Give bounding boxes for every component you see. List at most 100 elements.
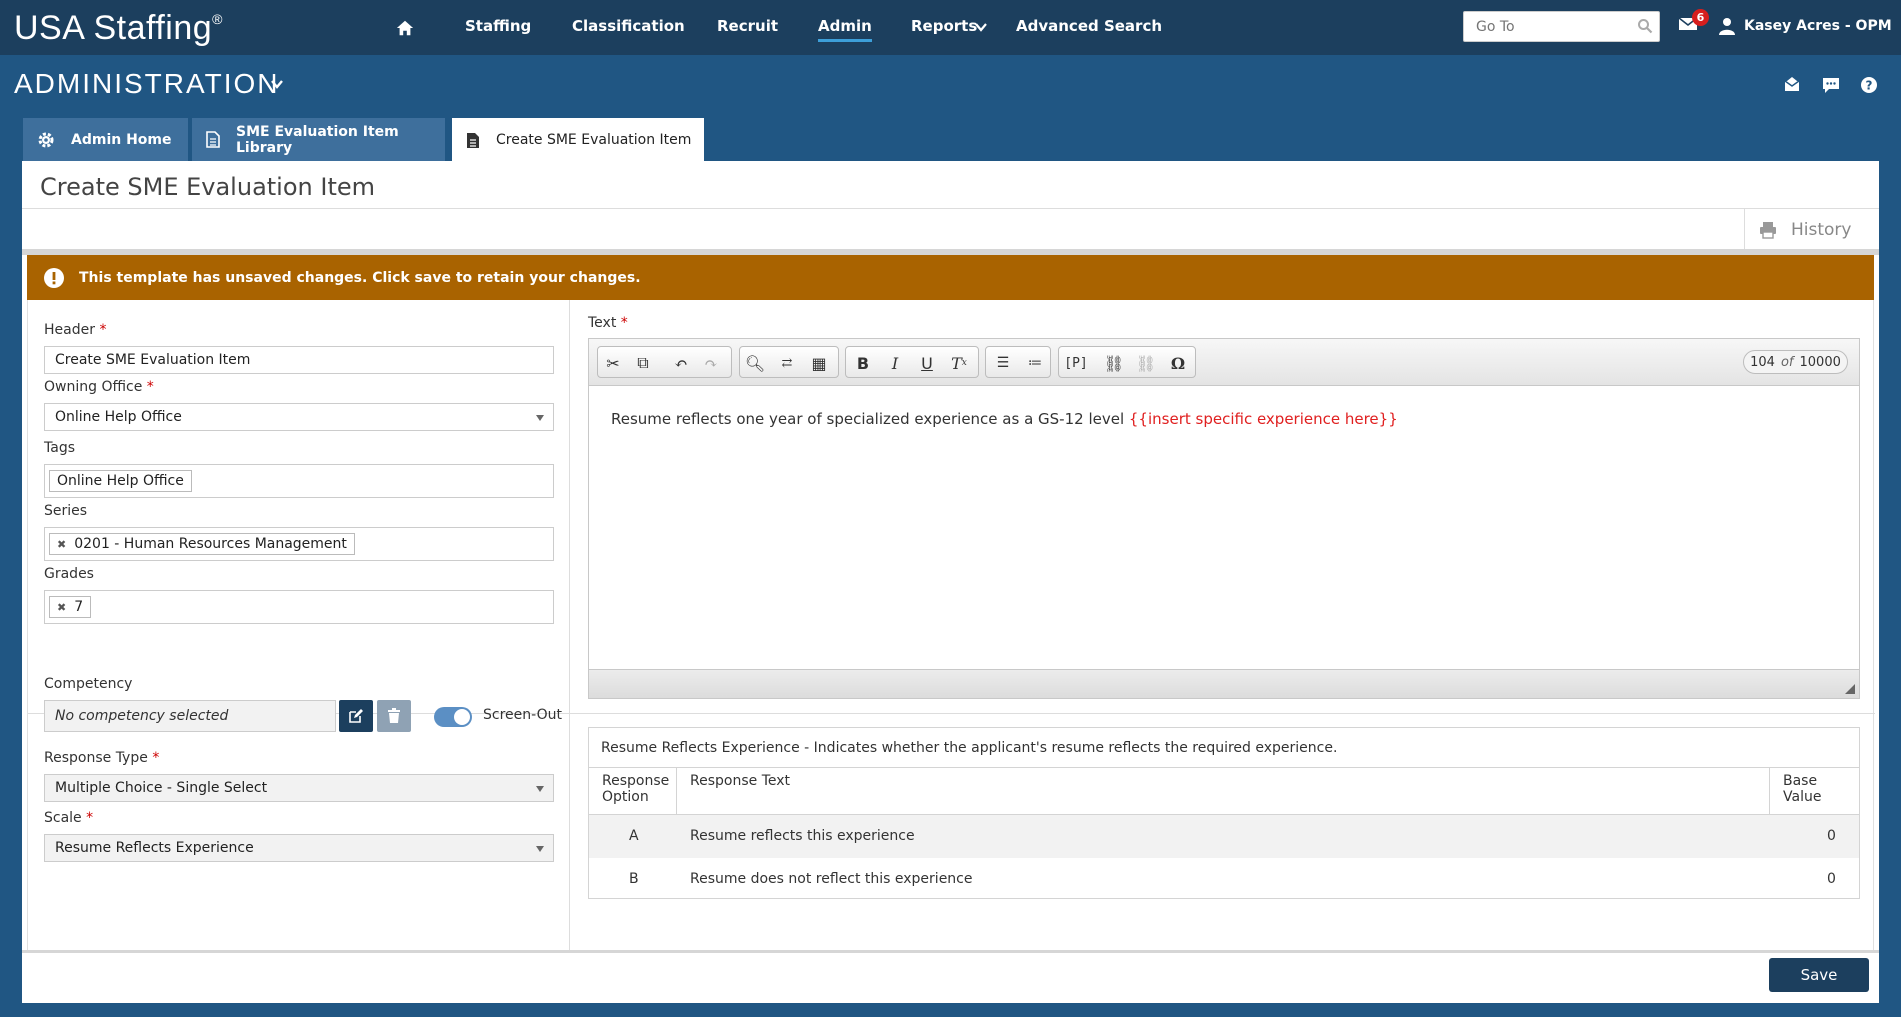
search-icon[interactable]	[1637, 18, 1653, 34]
toolbar-group: B I U Tx	[845, 346, 979, 378]
caret-down-icon	[536, 846, 544, 852]
help-icon[interactable]: ?	[1860, 76, 1878, 94]
form-content: Header * Create SME Evaluation Item Owni…	[27, 300, 1875, 950]
owning-office-select[interactable]: Online Help Office	[44, 403, 554, 431]
svg-text:?: ?	[1866, 79, 1873, 93]
cut-icon[interactable]: ✂	[602, 353, 624, 373]
table-row: A Resume reflects this experience 0	[589, 815, 1859, 858]
nav-recruit[interactable]: Recruit	[717, 17, 778, 35]
series-label: Series	[44, 503, 88, 519]
placeholder-token: {{insert specific experience here}}	[1128, 410, 1398, 428]
copy-icon[interactable]: ⧉	[632, 353, 654, 373]
tab-admin-home[interactable]: Admin Home	[23, 118, 188, 161]
announcements-icon[interactable]	[1783, 76, 1801, 94]
section-title[interactable]: ADMINISTRATION	[14, 68, 279, 100]
select-all-icon[interactable]: ▦	[808, 353, 830, 373]
remove-icon[interactable]: ✖	[57, 538, 66, 551]
screen-out-toggle[interactable]	[434, 707, 472, 727]
italic-icon[interactable]: I	[884, 353, 906, 373]
trash-icon	[388, 708, 400, 723]
toolbar-group: 🔍︎ ⇄ ▦	[739, 346, 839, 378]
top-navigation: USA Staffing® Staffing Classification Re…	[0, 0, 1901, 55]
user-menu[interactable]: Kasey Acres - OPM	[1744, 18, 1892, 34]
underline-icon[interactable]: U	[916, 353, 938, 373]
paragraph-icon[interactable]: [P]	[1064, 353, 1087, 373]
editor-text-area[interactable]: Resume reflects one year of specialized …	[589, 386, 1859, 669]
grade-chip[interactable]: ✖ 7	[49, 596, 92, 618]
nav-classification[interactable]: Classification	[572, 17, 685, 35]
section-chevron-down-icon[interactable]	[270, 79, 284, 89]
competency-field: No competency selected	[44, 700, 336, 732]
bulleted-list-icon[interactable]: ≔	[1024, 353, 1046, 373]
footer-bar: Save	[22, 950, 1879, 1003]
row-option: A	[629, 828, 639, 844]
nav-staffing[interactable]: Staffing	[465, 17, 531, 35]
scale-select[interactable]: Resume Reflects Experience	[44, 834, 554, 862]
redo-icon[interactable]: ↷	[700, 353, 722, 373]
response-type-label: Response Type *	[44, 750, 160, 766]
table-row: B Resume does not reflect this experienc…	[589, 858, 1859, 901]
row-text: Resume does not reflect this experience	[690, 871, 973, 887]
tags-input[interactable]: Online Help Office	[44, 464, 554, 498]
nav-admin[interactable]: Admin	[818, 17, 872, 42]
user-icon[interactable]	[1718, 17, 1736, 35]
owning-office-label: Owning Office *	[44, 379, 154, 395]
rich-text-editor: ✂ ⧉ ↶ ↷ 🔍︎ ⇄ ▦ B I U Tx ☰ ≔ [P] ⛓ ⛓ Ω 10…	[588, 338, 1860, 699]
series-input[interactable]: ✖ 0201 - Human Resources Management	[44, 527, 554, 561]
resize-handle-icon[interactable]	[1845, 684, 1855, 694]
tab-create-sme-item[interactable]: Create SME Evaluation Item	[452, 118, 704, 162]
tags-label: Tags	[44, 440, 75, 456]
tab-label: Create SME Evaluation Item	[496, 132, 692, 148]
tab-sme-library[interactable]: SME Evaluation Item Library	[192, 118, 445, 161]
save-button[interactable]: Save	[1769, 958, 1869, 992]
printer-history-icon	[1760, 222, 1776, 239]
undo-icon[interactable]: ↶	[670, 353, 692, 373]
warning-text: This template has unsaved changes. Click…	[79, 269, 641, 286]
tag-chip[interactable]: Online Help Office	[49, 470, 192, 492]
gear-icon	[38, 132, 54, 147]
unlink-icon[interactable]: ⛓	[1135, 353, 1157, 373]
delete-competency-button[interactable]	[377, 700, 411, 732]
edit-competency-button[interactable]	[339, 700, 373, 732]
row-value: 0	[1827, 828, 1836, 844]
remove-format-icon[interactable]: Tx	[948, 353, 970, 373]
toolbar-group: ✂ ⧉ ↶ ↷	[597, 346, 732, 378]
reports-chevron-down-icon[interactable]	[975, 23, 987, 32]
header-label: Header *	[44, 322, 107, 338]
special-character-icon[interactable]: Ω	[1167, 353, 1189, 373]
nav-reports[interactable]: Reports	[911, 17, 977, 35]
edit-icon	[349, 709, 363, 723]
row-option: B	[629, 871, 639, 887]
remove-icon[interactable]: ✖	[57, 601, 66, 614]
text-label: Text *	[588, 315, 628, 331]
response-type-select[interactable]: Multiple Choice - Single Select	[44, 774, 554, 802]
grades-input[interactable]: ✖ 7	[44, 590, 554, 624]
row-text: Resume reflects this experience	[690, 828, 915, 844]
column-header-option: Response Option	[589, 768, 677, 814]
home-icon[interactable]	[396, 19, 414, 37]
exclamation-icon	[44, 268, 64, 288]
history-button[interactable]: History	[1744, 209, 1879, 251]
toolbar-group: [P] ⛓ ⛓ Ω	[1058, 346, 1196, 378]
caret-down-icon	[536, 786, 544, 792]
goto-input[interactable]	[1463, 11, 1660, 42]
document-icon	[467, 132, 479, 148]
response-table-title: Resume Reflects Experience - Indicates w…	[589, 728, 1859, 768]
numbered-list-icon[interactable]: ☰	[992, 353, 1014, 373]
history-label: History	[1791, 220, 1852, 240]
link-icon[interactable]: ⛓	[1103, 353, 1125, 373]
editor-toolbar: ✂ ⧉ ↶ ↷ 🔍︎ ⇄ ▦ B I U Tx ☰ ≔ [P] ⛓ ⛓ Ω 10…	[589, 339, 1859, 386]
page-title: Create SME Evaluation Item	[40, 173, 376, 201]
nav-advanced-search[interactable]: Advanced Search	[1016, 17, 1162, 35]
app-logo[interactable]: USA Staffing®	[14, 9, 223, 48]
document-icon	[206, 131, 220, 148]
find-icon[interactable]: 🔍︎	[744, 353, 766, 373]
divider	[22, 208, 1879, 209]
replace-icon[interactable]: ⇄	[776, 353, 798, 373]
bold-icon[interactable]: B	[852, 353, 874, 373]
main-panel: Create SME Evaluation Item History This …	[22, 161, 1879, 1003]
series-chip[interactable]: ✖ 0201 - Human Resources Management	[49, 533, 355, 555]
header-input[interactable]: Create SME Evaluation Item	[44, 346, 554, 374]
chat-icon[interactable]	[1822, 76, 1840, 94]
caret-down-icon	[536, 415, 544, 421]
